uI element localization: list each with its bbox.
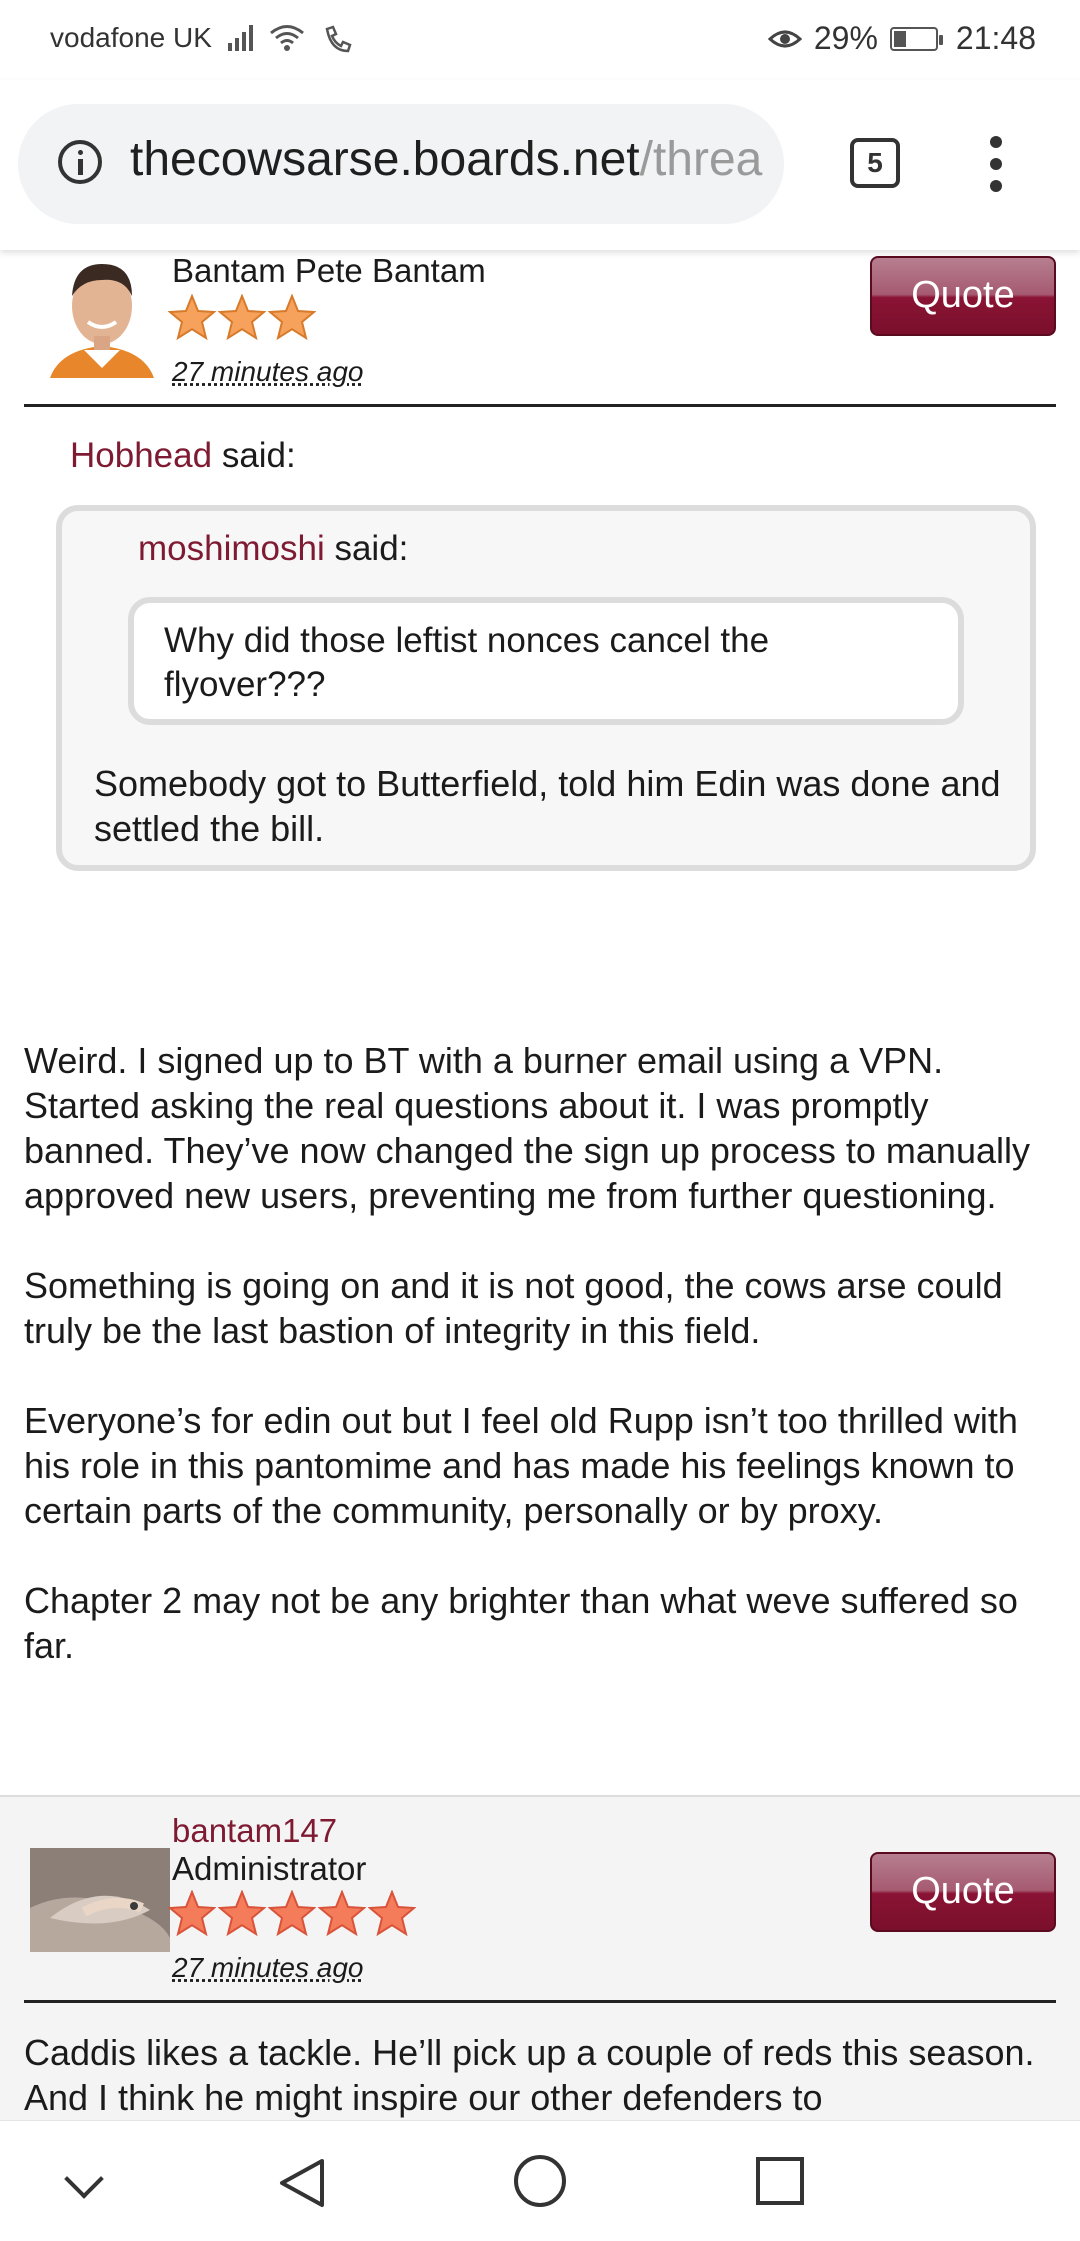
post-timestamp[interactable]: 27 minutes ago — [172, 1952, 363, 1984]
battery-percent: 29% — [814, 20, 878, 57]
post-body: Weird. I signed up to BT with a burner e… — [24, 1038, 1060, 1713]
battery-icon — [890, 27, 938, 51]
post-paragraph: Weird. I signed up to BT with a burner e… — [24, 1038, 1060, 1218]
nested-quote-text: Why did those leftist nonces cancel the … — [164, 621, 769, 704]
rank-stars — [168, 294, 316, 340]
post-paragraph: Something is going on and it is not good… — [24, 1263, 1060, 1353]
wifi-calling-icon — [321, 23, 355, 53]
avatar[interactable] — [40, 250, 164, 378]
star-icon — [168, 294, 216, 340]
url-text[interactable]: thecowsarse.boards.net/threa — [130, 132, 770, 187]
quote-button[interactable]: Quote — [870, 1852, 1056, 1932]
home-icon[interactable] — [514, 2155, 566, 2207]
said-label: said: — [334, 529, 408, 568]
back-icon[interactable] — [278, 2157, 326, 2209]
url-path: /threa — [640, 133, 763, 186]
recent-apps-icon[interactable] — [756, 2157, 804, 2205]
post-divider — [24, 2000, 1056, 2003]
post-paragraph: Everyone’s for edin out but I feel old R… — [24, 1398, 1060, 1533]
star-icon — [268, 1890, 316, 1936]
url-host: thecowsarse.boards.net — [130, 133, 640, 186]
avatar[interactable] — [30, 1848, 170, 1952]
post-paragraph: Chapter 2 may not be any brighter than w… — [24, 1578, 1060, 1668]
quote-author-link[interactable]: Hobhead — [70, 436, 212, 475]
status-right: 29% 21:48 — [768, 20, 1036, 57]
overflow-menu-icon[interactable] — [984, 136, 1008, 196]
status-bar: vodafone UK 29% 21:48 — [0, 0, 1080, 80]
browser-toolbar: thecowsarse.boards.net/threa 5 — [0, 80, 1080, 250]
said-label: said: — [222, 436, 296, 475]
system-navigation-bar — [0, 2120, 1080, 2241]
rank-stars — [168, 1890, 416, 1936]
quote-button[interactable]: Quote — [870, 256, 1056, 336]
star-icon — [168, 1890, 216, 1936]
quote-attribution: Hobhead said: — [70, 436, 296, 476]
post-divider — [24, 404, 1056, 407]
clock: 21:48 — [956, 20, 1036, 57]
quote-text: Somebody got to Butterfield, told him Ed… — [94, 761, 1004, 851]
quote-block: moshimoshi said: Why did those leftist n… — [56, 505, 1036, 871]
address-bar[interactable]: thecowsarse.boards.net/threa — [18, 104, 784, 224]
nested-quote-attribution: moshimoshi said: — [138, 529, 408, 569]
post-username[interactable]: Bantam Pete Bantam — [172, 252, 486, 290]
star-icon — [318, 1890, 366, 1936]
info-icon[interactable] — [58, 140, 102, 184]
post-paragraph: Caddis likes a tackle. He’ll pick up a c… — [24, 2030, 1060, 2120]
carrier-label: vodafone UK — [50, 22, 212, 54]
post-role: Administrator — [172, 1850, 366, 1888]
star-icon — [268, 294, 316, 340]
star-icon — [218, 1890, 266, 1936]
status-left: vodafone UK — [50, 22, 355, 54]
nested-quote-block: Why did those leftist nonces cancel the … — [128, 597, 964, 725]
eye-comfort-icon — [768, 27, 802, 51]
post-body: Caddis likes a tackle. He’ll pick up a c… — [24, 2030, 1060, 2120]
wifi-icon — [269, 24, 305, 52]
signal-icon — [228, 25, 253, 51]
hide-navbar-icon[interactable] — [64, 2159, 104, 2199]
star-icon — [368, 1890, 416, 1936]
post-username[interactable]: bantam147 — [172, 1812, 337, 1850]
star-icon — [218, 294, 266, 340]
nested-quote-author-link[interactable]: moshimoshi — [138, 529, 325, 568]
post-timestamp[interactable]: 27 minutes ago — [172, 356, 363, 388]
tab-switcher-icon[interactable]: 5 — [850, 138, 900, 188]
